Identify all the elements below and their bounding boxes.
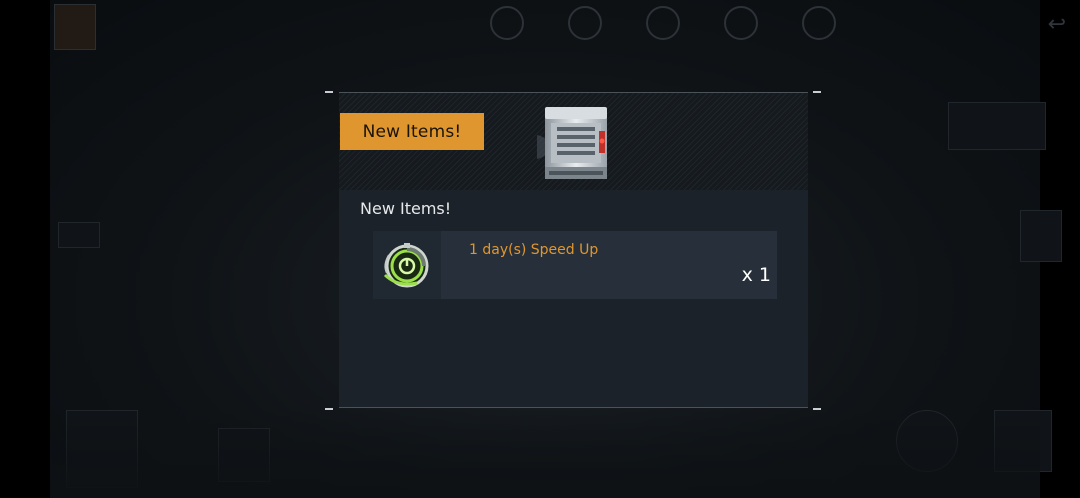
background-bottom-bar: [50, 408, 1040, 498]
player-avatar: [54, 4, 96, 50]
back-arrow-icon: ↩: [1047, 12, 1066, 37]
background-icon: [724, 6, 758, 40]
background-icon: [646, 6, 680, 40]
background-icon: [490, 6, 524, 40]
background-panel: [1020, 210, 1062, 262]
reward-item-row: 1 day(s) Speed Up x 1: [373, 231, 777, 299]
item-icon-frame: [373, 231, 441, 299]
speed-up-clock-icon: [383, 243, 429, 288]
new-items-tag: New Items!: [340, 113, 484, 150]
new-items-dialog: New Items! New Items! 1 day(s) Speed Up …: [339, 92, 808, 408]
background-panel: [58, 222, 100, 248]
dialog-subtitle: New Items!: [360, 199, 452, 218]
supply-crate-icon: [537, 107, 607, 179]
background-panel: [948, 102, 1046, 150]
item-name: 1 day(s) Speed Up: [469, 242, 599, 258]
background-icon: [802, 6, 836, 40]
game-screen: ↩ New Items! New Items! 1 day(s) Speed U…: [0, 0, 1080, 498]
letterbox-left: [0, 0, 50, 498]
dialog-corner: [325, 408, 333, 410]
background-icon: [568, 6, 602, 40]
item-quantity: x 1: [741, 264, 771, 286]
dialog-corner: [813, 408, 821, 410]
dialog-corner: [325, 91, 333, 93]
dialog-corner: [813, 91, 821, 93]
